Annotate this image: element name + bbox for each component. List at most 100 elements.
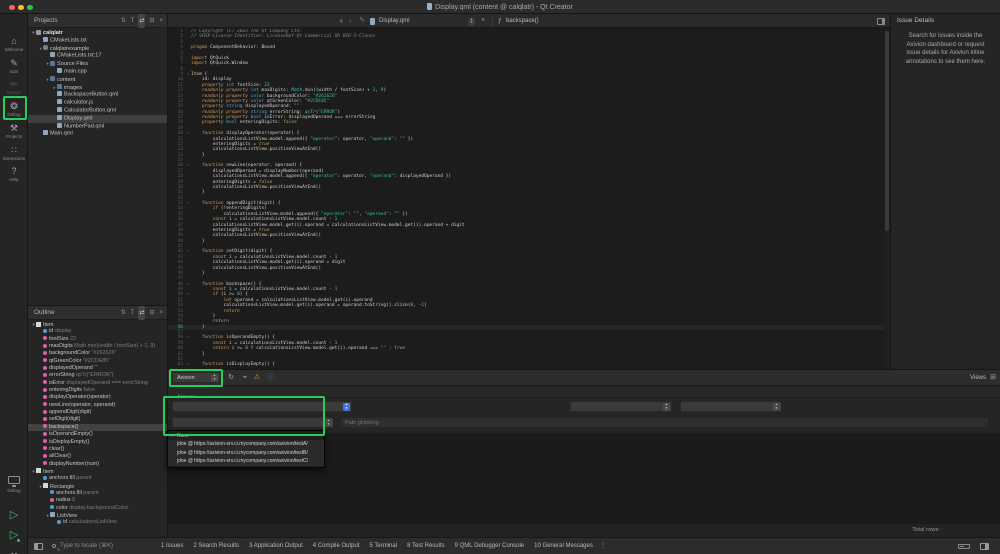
outline-item-rectangle[interactable]: ▾Rectangle: [28, 483, 167, 490]
outline-item-displayedoperand[interactable]: displayedOperand "": [28, 365, 167, 372]
path-globbing-input[interactable]: [340, 417, 989, 428]
dropdown-item-server-1[interactable]: jdoe @ https://axivion-srv.ci.mycompany.…: [168, 440, 324, 448]
locate-issue-icon[interactable]: ⌖: [240, 372, 250, 384]
tree-item-numberpad-qml[interactable]: NumberPad.qml: [28, 123, 167, 131]
tree-item-cmakelists-txt[interactable]: CMakeLists.txt: [28, 37, 167, 45]
tree-item-main-qml[interactable]: Main.qml: [28, 130, 167, 138]
outline-item-setdigit-digit-[interactable]: setDigit(digit): [28, 416, 167, 423]
owner-combobox[interactable]: ▲▼: [172, 417, 334, 428]
outline-item-appenddigit-digit-[interactable]: appendDigit(digit): [28, 409, 167, 416]
kit-selector-icon[interactable]: [8, 476, 20, 484]
outline-item-anchors-fill[interactable]: anchors.fill parent: [28, 490, 167, 497]
close-panel-icon[interactable]: ×: [158, 306, 164, 320]
right-panel-toggle-icon[interactable]: [877, 18, 885, 25]
tree-item-calculatorbutton-qml[interactable]: CalculatorButton.qml: [28, 107, 167, 115]
code-area[interactable]: 1// Copyright (C) 2023 The Qt Company Lt…: [168, 29, 884, 369]
split-panel-icon[interactable]: ⊟: [148, 14, 155, 28]
kit-selector-label[interactable]: Debug: [0, 488, 28, 493]
open-file-name[interactable]: Display.qml: [379, 14, 410, 28]
navigate-back-icon[interactable]: ‹: [340, 14, 343, 28]
views-grid-icon[interactable]: ⊞: [990, 374, 996, 382]
navigate-forward-icon[interactable]: ›: [349, 14, 352, 28]
outline-item-maxdigits[interactable]: maxDigits Math.min((width / fontSize) + …: [28, 343, 167, 350]
output-pane-button-5-terminal[interactable]: 5 Terminal: [364, 543, 402, 549]
tree-item-source-files[interactable]: ▾Source Files: [28, 60, 167, 68]
close-document-icon[interactable]: ×: [481, 14, 485, 28]
output-pane-button-4-compile-output[interactable]: 4 Compile Output: [308, 543, 365, 549]
outline-item-fontsize[interactable]: fontSize 22: [28, 336, 167, 343]
outline-item-backspace-[interactable]: backspace(): [28, 424, 167, 431]
outline-item-newline-operator-operand-[interactable]: newLine(operator, operand): [28, 402, 167, 409]
output-pane-button-3-application-output[interactable]: 3 Application Output: [244, 543, 308, 549]
tree-item-cmakelists-txt-17[interactable]: CMakeLists.txt:17: [28, 52, 167, 60]
sync-with-editor-icon[interactable]: ⇄: [138, 306, 145, 320]
filter-icon[interactable]: T: [130, 306, 136, 320]
outline-item-anchors-fill[interactable]: anchors.fill parent: [28, 475, 167, 482]
code-editor[interactable]: ‹ › ✎ Display.qml ▲▼ × ƒ backspace() ▲▼ …: [168, 14, 890, 370]
output-pane-button-8-test-results[interactable]: 8 Test Results: [402, 543, 450, 549]
output-pane-button-2-search-results[interactable]: 2 Search Results: [188, 543, 244, 549]
panel-selector-stepper-icon[interactable]: ⇅: [120, 14, 127, 28]
tree-item-backspacebutton-qml[interactable]: BackspaceButton.qml: [28, 91, 167, 99]
outline-item-qtgreencolor[interactable]: qtGreenColor "#2CDE85": [28, 358, 167, 365]
mode-item-design[interactable]: ✏Design: [0, 79, 28, 100]
outline-item-id[interactable]: id calculationsListView: [28, 519, 167, 526]
mode-item-welcome[interactable]: ⌂Welcome: [0, 36, 28, 57]
dropdown-item-server-2[interactable]: jdoe @ https://axivion-srv.ci.mycompany.…: [168, 449, 324, 457]
tree-item-calculator-js[interactable]: calculator.js: [28, 99, 167, 107]
mode-item-debug[interactable]: ❂Debug: [0, 101, 28, 122]
outline-item-isdisplayempty-[interactable]: isDisplayEmpty(): [28, 439, 167, 446]
warning-icon[interactable]: ⚠: [252, 372, 262, 384]
outline-item-isoperandempty-[interactable]: isOperandEmpty(): [28, 431, 167, 438]
split-panel-icon[interactable]: ⊟: [148, 306, 155, 320]
output-pane-overflow-icon[interactable]: ⋮: [600, 538, 606, 554]
issues-section-header[interactable]: ▾ Issues: [168, 386, 1000, 398]
code-line-63[interactable]: 63▾ function isDisplayEmpty() {: [168, 362, 884, 367]
filter-combobox-1[interactable]: ▲▼: [570, 401, 672, 412]
tree-item-calqlatrexample[interactable]: ▾calqlatrexample: [28, 45, 167, 53]
run-button[interactable]: ▷: [6, 508, 22, 524]
mode-item-help[interactable]: ?Help: [0, 166, 28, 187]
debug-run-button[interactable]: ▷: [6, 528, 22, 544]
outline-item-displaynumber-num-[interactable]: displayNumber(num): [28, 461, 167, 468]
mode-item-projects[interactable]: ⚒Projects: [0, 123, 28, 144]
info-icon[interactable]: ⓘ: [266, 372, 276, 384]
views-label[interactable]: Views: [970, 372, 986, 384]
outline-item-item[interactable]: ▾Item: [28, 321, 167, 328]
panel-selector-stepper-icon[interactable]: ⇅: [120, 306, 127, 320]
outline-item-iserror[interactable]: isError displayedOperand === errorString: [28, 380, 167, 387]
outline-item-enteringdigits[interactable]: enteringDigits false: [28, 387, 167, 394]
tree-item-images[interactable]: ▸images: [28, 84, 167, 92]
outline-item-id[interactable]: id display: [28, 328, 167, 335]
tree-item-display-qml[interactable]: Display.qml: [28, 115, 167, 123]
outline-item-color[interactable]: color display.backgroundColor: [28, 505, 167, 512]
scrollbar-thumb[interactable]: [885, 31, 889, 231]
outline-item-item[interactable]: ▾Item: [28, 468, 167, 475]
dropdown-item-server-3[interactable]: jdoe @ https://axivion-srv.ci.mycompany.…: [168, 457, 324, 465]
outline-item-radius[interactable]: radius 8: [28, 497, 167, 504]
output-pane-button-10-general-messages[interactable]: 10 General Messages: [529, 543, 598, 549]
left-sidebar-toggle-icon[interactable]: [34, 543, 43, 550]
mode-item-extensions[interactable]: ∷Extensions: [0, 145, 28, 166]
output-pane-button-9-qml-debugger-console[interactable]: 9 QML Debugger Console: [450, 543, 529, 549]
perspective-selector-combobox[interactable]: Axivion ▲▼: [172, 372, 220, 383]
locator-input[interactable]: Type to locate (⌘K): [52, 538, 152, 554]
dropdown-item-none[interactable]: ✓None: [168, 432, 324, 440]
outline-item-backgroundcolor[interactable]: backgroundColor "#262626": [28, 350, 167, 357]
outline-item-listview[interactable]: ▾ListView: [28, 512, 167, 519]
tree-item-content[interactable]: ▾content: [28, 76, 167, 84]
build-hammer-button[interactable]: ⚒: [6, 550, 22, 554]
pin-editor-icon[interactable]: ✎: [359, 14, 365, 28]
outline-item-displayoperator-operator-[interactable]: displayOperator(operator): [28, 394, 167, 401]
tree-item-calqlatr[interactable]: ▾calqlatr: [28, 29, 167, 37]
tree-item-main-cpp[interactable]: main.cpp: [28, 68, 167, 76]
close-panel-icon[interactable]: ×: [158, 14, 164, 28]
outline-item-errorstring[interactable]: errorString qsTr("ERROR"): [28, 372, 167, 379]
filter-combobox-2[interactable]: ▲▼: [680, 401, 782, 412]
output-pane-button-1-issues[interactable]: 1 Issues: [156, 543, 188, 549]
mode-item-edit[interactable]: ✎Edit: [0, 58, 28, 79]
right-sidebar-toggle-icon[interactable]: [980, 543, 989, 550]
filter-icon[interactable]: T: [130, 14, 136, 28]
document-dropdown-stepper[interactable]: ▲▼: [468, 18, 475, 26]
dashboard-combobox[interactable]: ▲▼ ✓Nonejdoe @ https://axivion-srv.ci.my…: [172, 401, 352, 412]
